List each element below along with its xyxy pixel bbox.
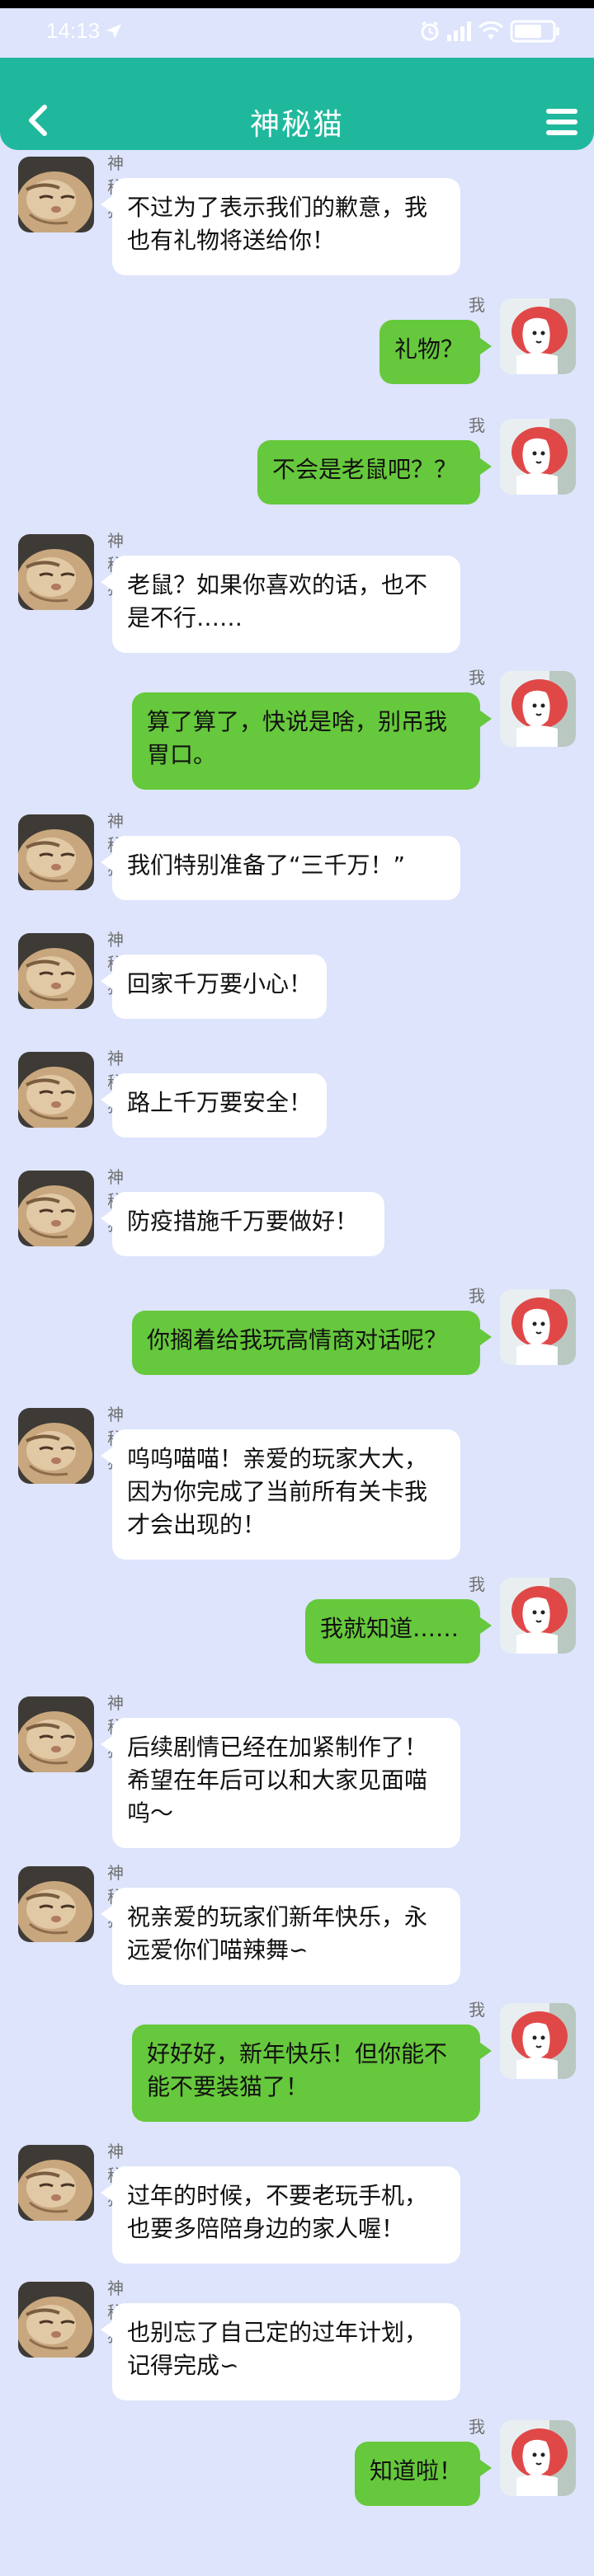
message-bubble[interactable]: 过年的时候，不要老玩手机，也要多陪陪身边的家人喔！ <box>101 2166 460 2264</box>
avatar[interactable] <box>18 814 94 890</box>
avatar[interactable] <box>18 2282 94 2358</box>
battery-icon <box>510 20 559 43</box>
cat-avatar-img <box>18 1866 94 1942</box>
me-avatar-img <box>500 419 576 495</box>
cat-avatar-img <box>18 814 94 890</box>
location-arrow-icon <box>106 23 122 39</box>
me-avatar-img <box>500 298 576 374</box>
message-bubble[interactable]: 呜呜喵喵！亲爱的玩家大大，因为你完成了当前所有关卡我才会出现的！ <box>101 1429 460 1560</box>
message-bubble[interactable]: 后续剧情已经在加紧制作了！希望在年后可以和大家见面喵呜～ <box>101 1718 460 1848</box>
cat-avatar-img <box>18 1052 94 1128</box>
cat-avatar-img <box>18 933 94 1009</box>
message-bubble[interactable]: 路上千万要安全！ <box>101 1073 327 1138</box>
avatar[interactable] <box>18 2145 94 2221</box>
cat-avatar-img <box>18 1696 94 1772</box>
top-black-bar <box>0 0 594 8</box>
message-bubble[interactable]: 礼物？ <box>380 320 492 384</box>
message-bubble[interactable]: 回家千万要小心！ <box>101 955 327 1019</box>
me-avatar-img <box>500 671 576 747</box>
avatar[interactable] <box>18 933 94 1009</box>
cat-avatar-img <box>18 1171 94 1246</box>
sender-name: 我 <box>469 2417 485 2437</box>
status-icons <box>419 20 561 43</box>
cat-avatar-img <box>18 2282 94 2358</box>
status-time: 14:13 <box>46 18 123 44</box>
message-bubble[interactable]: 好好好，新年快乐！但你能不能不要装猫了！ <box>132 2025 492 2122</box>
avatar[interactable] <box>500 2003 576 2079</box>
cat-avatar-img <box>18 1408 94 1484</box>
message-bubble[interactable]: 也别忘了自己定的过年计划，记得完成∽ <box>101 2303 460 2400</box>
message-bubble[interactable]: 我就知道…… <box>305 1599 492 1663</box>
status-time-text: 14:13 <box>46 18 101 43</box>
message-bubble[interactable]: 不会是老鼠吧？？ <box>257 440 492 504</box>
alarm-icon <box>421 21 439 41</box>
message-bubble[interactable]: 防疫措施千万要做好！ <box>101 1192 384 1256</box>
cat-avatar-img <box>18 157 94 232</box>
message-bubble[interactable]: 不过为了表示我们的歉意，我也有礼物将送给你！ <box>101 178 460 275</box>
cat-avatar-img <box>18 534 94 610</box>
sender-name: 我 <box>469 1574 485 1594</box>
avatar[interactable] <box>500 671 576 747</box>
avatar[interactable] <box>18 1866 94 1942</box>
avatar[interactable] <box>500 1578 576 1654</box>
menu-icon <box>546 109 578 135</box>
avatar[interactable] <box>500 1289 576 1365</box>
sender-name: 我 <box>469 1286 485 1306</box>
avatar[interactable] <box>18 534 94 610</box>
avatar[interactable] <box>500 419 576 495</box>
avatar[interactable] <box>18 1408 94 1484</box>
sender-name: 我 <box>469 668 485 687</box>
chat-header: 14:13 神秘猫 <box>0 18 594 150</box>
avatar[interactable] <box>18 157 94 232</box>
sender-name: 我 <box>469 295 485 315</box>
message-bubble[interactable]: 你搁着给我玩高情商对话呢？ <box>132 1311 492 1375</box>
avatar[interactable] <box>18 1171 94 1246</box>
message-bubble[interactable]: 老鼠？如果你喜欢的话，也不是不行…… <box>101 556 460 653</box>
avatar[interactable] <box>500 298 576 374</box>
me-avatar-img <box>500 2420 576 2496</box>
avatar[interactable] <box>18 1052 94 1128</box>
message-bubble[interactable]: 知道啦！ <box>355 2442 492 2506</box>
avatar[interactable] <box>500 2420 576 2496</box>
sender-name: 我 <box>469 2000 485 2020</box>
menu-button[interactable] <box>544 107 579 137</box>
message-bubble[interactable]: 我们特别准备了“三千万！” <box>101 836 460 900</box>
me-avatar-img <box>500 2003 576 2079</box>
me-avatar-img <box>500 1289 576 1365</box>
message-bubble[interactable]: 祝亲爱的玩家们新年快乐，永远爱你们喵辣舞∽ <box>101 1888 460 1985</box>
chat-title: 神秘猫 <box>249 108 344 142</box>
sender-name: 我 <box>469 415 485 435</box>
message-bubble[interactable]: 算了算了，快说是啥，别吊我胃口。 <box>132 692 492 790</box>
avatar[interactable] <box>18 1696 94 1772</box>
signal-icon <box>447 21 471 41</box>
me-avatar-img <box>500 1578 576 1654</box>
wifi-icon <box>478 21 503 40</box>
cat-avatar-img <box>18 2145 94 2221</box>
